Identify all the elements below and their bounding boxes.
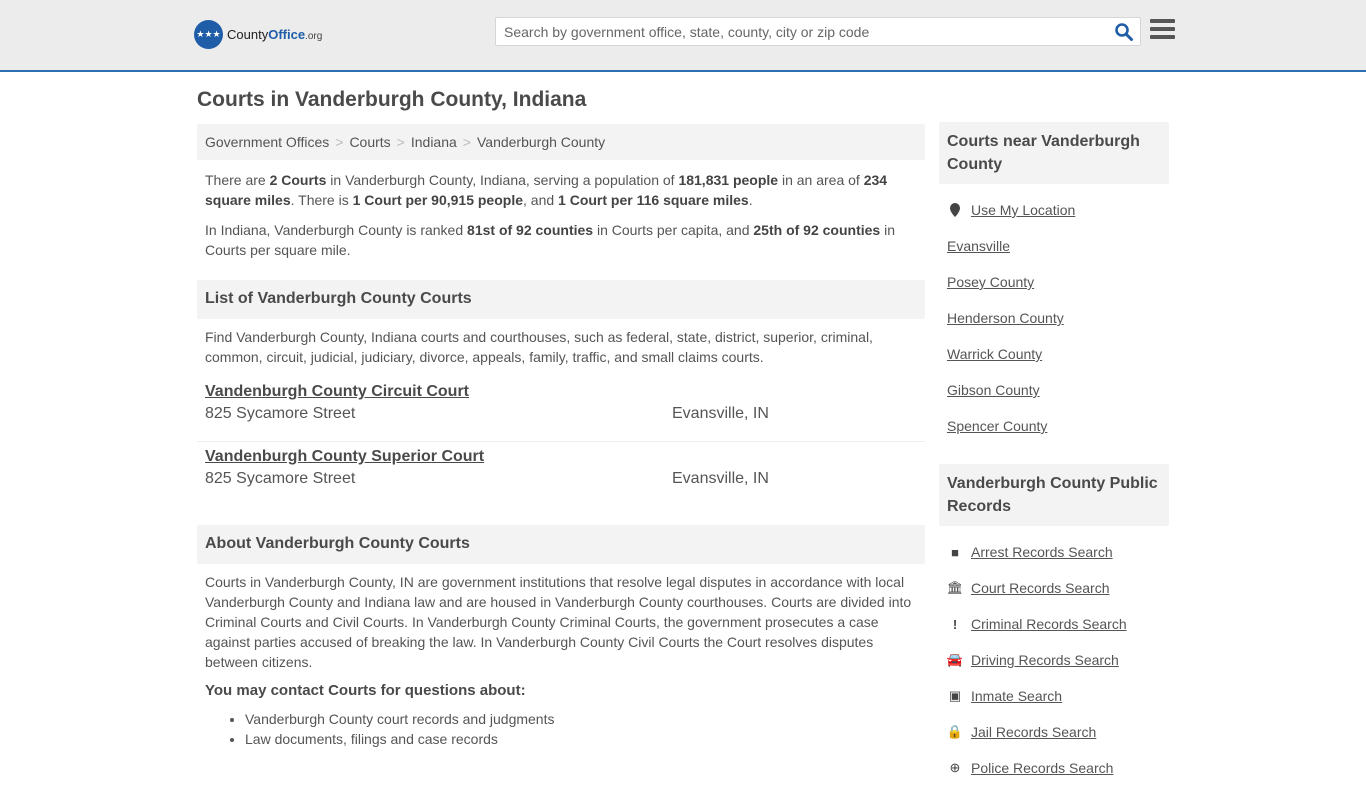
court-link[interactable]: Vandenburgh County Superior Court	[205, 448, 484, 465]
use-location-item: Use My Location	[939, 192, 1169, 228]
menu-button[interactable]	[1150, 19, 1175, 41]
jail-records-link[interactable]: Jail Records Search	[971, 724, 1096, 740]
nearby-item: Gibson County	[939, 372, 1169, 408]
nearby-item: Evansville	[939, 228, 1169, 264]
records-item: ■ Arrest Records Search	[939, 534, 1169, 570]
court-address: 825 Sycamore Street	[205, 470, 356, 487]
driving-records-link[interactable]: Driving Records Search	[971, 652, 1119, 668]
court-item: Vandenburgh County Superior Court 825 Sy…	[197, 442, 925, 507]
hamburger-icon-bar	[1150, 27, 1175, 31]
hamburger-icon	[1150, 19, 1175, 23]
map-marker-icon	[947, 203, 963, 217]
breadcrumb-government-offices[interactable]: Government Offices	[205, 134, 329, 150]
list-description: Find Vanderburgh County, Indiana courts …	[205, 329, 873, 365]
search-button[interactable]	[1114, 22, 1134, 42]
about-heading: About Vanderburgh County Courts	[197, 525, 925, 564]
search-icon	[1115, 23, 1133, 41]
nearby-link-gibson[interactable]: Gibson County	[947, 382, 1040, 398]
nearby-item: Posey County	[939, 264, 1169, 300]
contact-item: Law documents, filings and case records	[245, 729, 925, 749]
summary-paragraph: There are 2 Courts in Vanderburgh County…	[197, 170, 925, 210]
site-logo[interactable]: ★★★ CountyOffice.org	[194, 20, 322, 49]
exclamation-icon: !	[952, 616, 958, 632]
courthouse-icon: 🏛	[946, 580, 964, 595]
hamburger-icon-bar	[1150, 35, 1175, 39]
nearby-link-warrick[interactable]: Warrick County	[947, 346, 1042, 362]
nearby-link-henderson[interactable]: Henderson County	[947, 310, 1064, 326]
court-link[interactable]: Vandenburgh County Circuit Court	[205, 383, 469, 400]
highlight-stat: 25th of 92 counties	[753, 222, 881, 238]
nearby-item: Spencer County	[939, 408, 1169, 444]
nearby-heading: Courts near Vanderburgh County	[939, 122, 1169, 184]
text-segment: , and	[523, 192, 559, 208]
contact-item: Vanderburgh County court records and jud…	[245, 709, 925, 729]
id-badge-icon: ▣	[948, 688, 962, 703]
highlight-stat: 1 Court per 116 square miles	[558, 192, 749, 208]
breadcrumb-indiana[interactable]: Indiana	[411, 134, 457, 150]
site-header: ★★★ CountyOffice.org	[0, 0, 1366, 72]
text-segment: There are	[205, 172, 270, 188]
text-segment: in Courts per capita, and	[593, 222, 754, 238]
breadcrumb-courts[interactable]: Courts	[349, 134, 390, 150]
square-icon: ■	[951, 544, 959, 560]
main-content: Government Offices > Courts > Indiana > Vander…	[197, 124, 925, 749]
records-item: 🔒 Jail Records Search	[939, 714, 1169, 750]
breadcrumb-separator: >	[335, 134, 344, 150]
court-records-link[interactable]: Court Records Search	[971, 580, 1110, 596]
court-city: Evansville, IN	[672, 405, 769, 422]
sidebar: Courts near Vanderburgh County Use My Lo…	[939, 122, 1169, 786]
breadcrumb-separator: >	[396, 134, 405, 150]
breadcrumb-current: Vanderburgh County	[476, 134, 606, 150]
text-segment: . There is	[290, 192, 353, 208]
highlight-stat: 181,831 people	[678, 172, 779, 188]
logo-text: CountyOffice.org	[227, 27, 323, 42]
court-item: Vandenburgh County Circuit Court 825 Syc…	[197, 377, 925, 442]
police-badge-icon: ⊕	[949, 760, 961, 775]
criminal-records-link[interactable]: Criminal Records Search	[971, 616, 1127, 632]
records-item: ▣ Inmate Search	[939, 678, 1169, 714]
text-segment: .	[748, 192, 753, 208]
car-icon: 🚘	[946, 652, 964, 667]
inmate-search-link[interactable]: Inmate Search	[971, 688, 1062, 704]
court-city: Evansville, IN	[672, 470, 769, 487]
records-item: 🚘 Driving Records Search	[939, 642, 1169, 678]
text-segment: in an area of	[778, 172, 864, 188]
contact-heading: You may contact Courts for questions abo…	[205, 682, 526, 699]
nearby-link-posey[interactable]: Posey County	[947, 274, 1034, 290]
contact-list: Vanderburgh County court records and jud…	[197, 709, 925, 749]
arrest-records-link[interactable]: Arrest Records Search	[971, 544, 1113, 560]
records-item: ⊕ Police Records Search	[939, 750, 1169, 786]
court-list: Vandenburgh County Circuit Court 825 Syc…	[197, 377, 925, 507]
nearby-item: Henderson County	[939, 300, 1169, 336]
highlight-stat: 1 Court per 90,915 people	[352, 192, 524, 208]
list-heading: List of Vanderburgh County Courts	[197, 280, 925, 319]
ranking-paragraph: In Indiana, Vanderburgh County is ranked…	[197, 220, 925, 260]
use-location-link[interactable]: Use My Location	[971, 202, 1075, 218]
about-text: Courts in Vanderburgh County, IN are gov…	[205, 574, 912, 670]
search-box	[495, 17, 1141, 46]
highlight-stat: 2 Courts	[269, 172, 327, 188]
page-title: Courts in Vanderburgh County, Indiana	[197, 88, 587, 111]
nearby-link-evansville[interactable]: Evansville	[947, 238, 1010, 254]
records-item: ! Criminal Records Search	[939, 606, 1169, 642]
breadcrumb: Government Offices > Courts > Indiana > Vander…	[197, 124, 925, 160]
records-item: 🏛 Court Records Search	[939, 570, 1169, 606]
breadcrumb-separator: >	[462, 134, 471, 150]
police-records-link[interactable]: Police Records Search	[971, 760, 1113, 776]
eagle-logo-icon: ★★★	[194, 20, 223, 49]
lock-icon: 🔒	[946, 724, 964, 739]
court-address: 825 Sycamore Street	[205, 405, 356, 422]
search-input[interactable]	[496, 18, 1096, 45]
highlight-stat: 81st of 92 counties	[467, 222, 594, 238]
records-heading: Vanderburgh County Public Records	[939, 464, 1169, 526]
text-segment: In Indiana, Vanderburgh County is ranked	[205, 222, 468, 238]
text-segment: in Vanderburgh County, Indiana, serving …	[326, 172, 679, 188]
nearby-item: Warrick County	[939, 336, 1169, 372]
nearby-link-spencer[interactable]: Spencer County	[947, 418, 1047, 434]
